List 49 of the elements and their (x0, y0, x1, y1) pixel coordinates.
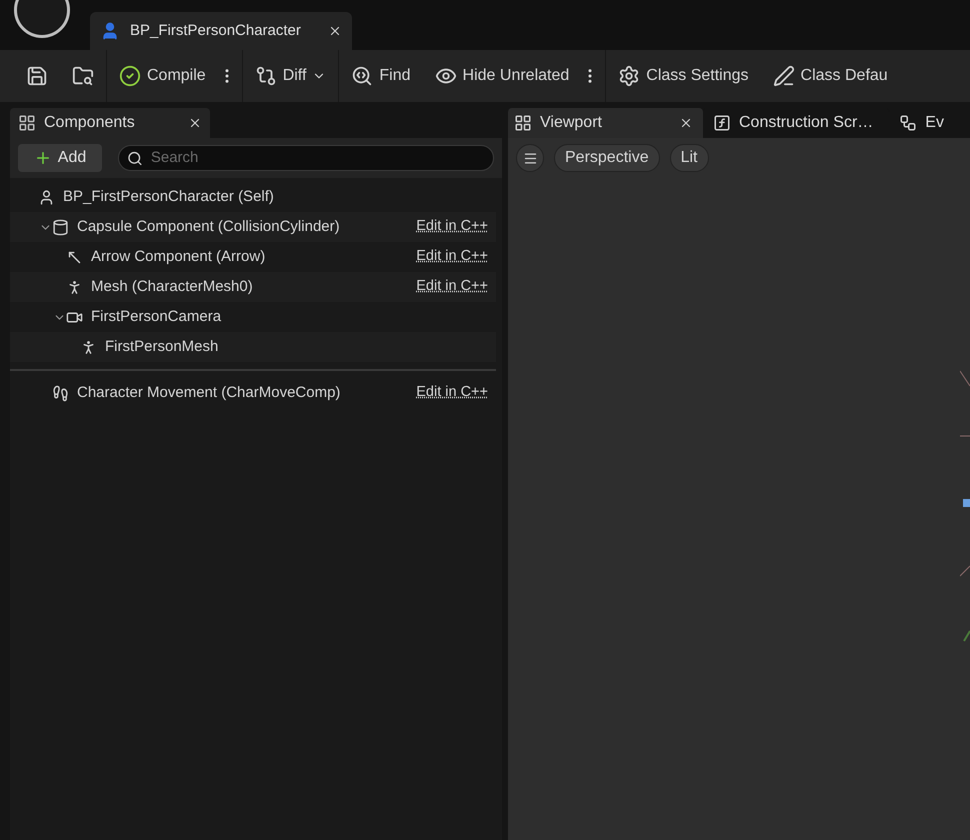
check-circle-icon (119, 65, 141, 87)
toolbar-button[interactable]: Compile (107, 58, 218, 94)
panel-tab[interactable]: Components (10, 108, 210, 138)
component-label: Character Movement (CharMoveComp) (77, 382, 340, 403)
search-input[interactable]: Search (150, 146, 485, 170)
component-label: FirstPersonMesh (105, 336, 218, 357)
tree-row[interactable]: Capsule Component (CollisionCylinder) Edit in C++ (10, 212, 496, 242)
search-icon (351, 65, 374, 87)
toolbar-button[interactable]: Find (339, 58, 423, 94)
footprints-icon (52, 384, 69, 402)
pencil-icon (772, 65, 795, 87)
component-label: Arrow Component (Arrow) (91, 246, 266, 267)
grid-icon (514, 114, 532, 132)
settings-icon (618, 65, 640, 87)
menu-icon (522, 150, 538, 166)
person-icon (38, 188, 55, 206)
viewport-pill-button[interactable]: Lit (670, 144, 708, 172)
search-field[interactable]: Search (118, 145, 494, 171)
toolbar-button[interactable]: Class Settings (606, 58, 761, 94)
component-label: Mesh (CharacterMesh0) (91, 276, 253, 297)
add-button[interactable]: Add (18, 144, 102, 172)
viewport-menu-button[interactable] (516, 144, 544, 172)
save-icon (26, 65, 48, 87)
search-icon (127, 150, 143, 166)
graph-icon (899, 114, 918, 132)
toolbar-button[interactable]: Diff (242, 58, 338, 94)
folder-search-icon (72, 65, 94, 87)
edit-in-cpp-link[interactable]: Edit in C++ (416, 246, 488, 268)
viewport-pill-button[interactable]: Perspective (554, 144, 660, 172)
compare-icon (254, 65, 277, 87)
cylinder-icon (52, 218, 69, 236)
close-icon[interactable] (188, 116, 202, 130)
document-tab[interactable]: BP_FirstPersonCharacter (90, 12, 352, 50)
edit-in-cpp-link[interactable]: Edit in C++ (416, 216, 488, 238)
toolbar-button[interactable]: Class Defau (760, 58, 900, 94)
tree-row[interactable]: FirstPersonMesh (10, 332, 496, 362)
close-icon[interactable] (328, 24, 342, 38)
edit-in-cpp-link[interactable]: Edit in C++ (416, 382, 488, 404)
edit-in-cpp-link[interactable]: Edit in C++ (416, 276, 488, 298)
editor-tab[interactable]: Viewport (508, 108, 703, 138)
viewport-scene[interactable]: Perspective Lit (508, 138, 970, 840)
component-label: BP_FirstPersonCharacter (Self) (63, 186, 274, 207)
close-icon[interactable] (679, 116, 693, 130)
tree-row[interactable]: Mesh (CharacterMesh0) Edit in C++ (10, 272, 496, 302)
component-label: FirstPersonCamera (91, 306, 222, 327)
panel-icon (18, 114, 36, 132)
toolbar-button[interactable]: Hide Unrelated (422, 58, 582, 94)
component-label: Capsule Component (CollisionCylinder) (77, 216, 340, 237)
function-icon (713, 114, 731, 132)
